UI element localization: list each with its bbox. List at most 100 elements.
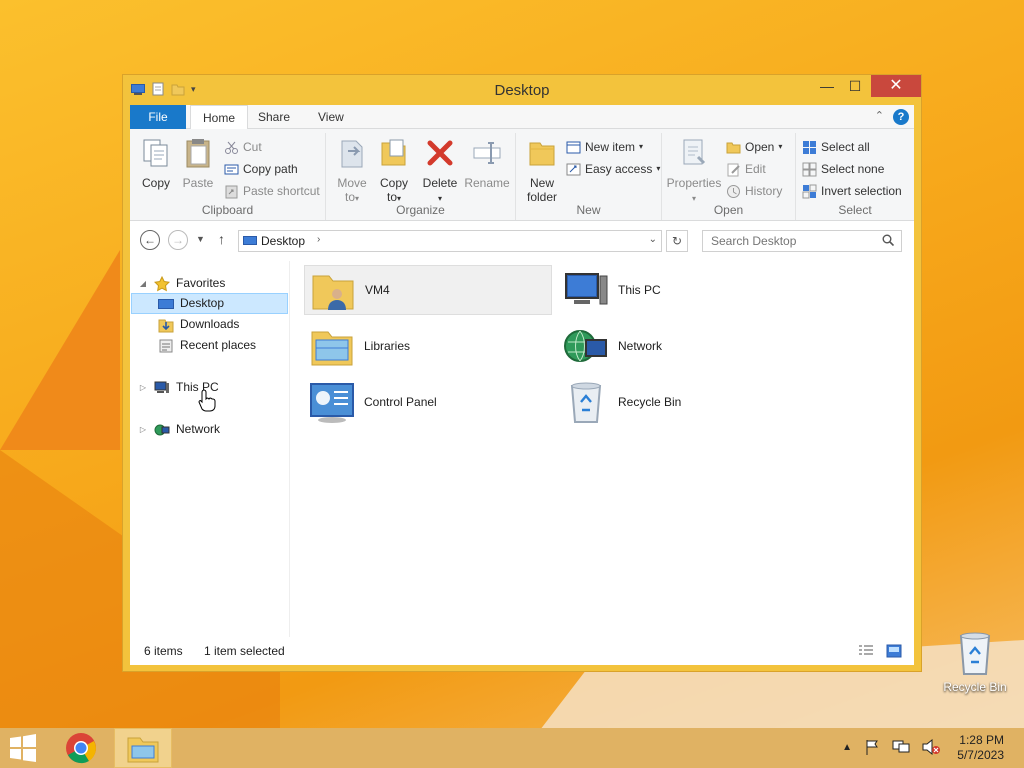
history-label: History [745,184,783,198]
paste-shortcut-button[interactable]: Paste shortcut [224,181,320,201]
ribbon-tabs: File Home Share View ⌃ ? [130,105,914,130]
recent-locations-button[interactable]: ▼ [196,234,205,244]
list-item-libraries[interactable]: Libraries [304,321,552,371]
libraries-icon [311,331,353,366]
tab-view[interactable]: View [306,105,356,129]
edit-icon [727,163,740,176]
delete-button[interactable]: Delete ▾ [418,137,462,204]
search-input[interactable] [702,230,902,252]
chevron-right-icon[interactable]: › [317,234,320,245]
network-icon [564,330,607,362]
collapse-icon[interactable]: ◢ [138,273,148,294]
open-folder-icon [726,142,741,153]
nav-item-desktop[interactable]: Desktop [131,293,288,314]
new-item-button[interactable]: New item ▾ [566,137,643,157]
volume-muted-icon[interactable] [922,739,940,755]
tab-home[interactable]: Home [190,105,249,130]
control-panel-icon [310,383,354,423]
select-all-label: Select all [821,140,870,154]
select-none-button[interactable]: Select none [802,159,884,179]
this-pc-icon [154,381,169,393]
refresh-button[interactable]: ↻ [666,230,688,252]
back-button[interactable]: ← [140,230,160,250]
clock[interactable]: 1:28 PM 5/7/2023 [957,733,1004,763]
large-icons-view-icon[interactable] [886,644,902,658]
new-group-label: New [576,203,601,217]
file-view: VM4 This PC Libraries Network Control Pa… [300,261,914,637]
action-center-flag-icon[interactable] [864,739,880,755]
search-icon[interactable] [882,234,894,246]
open-group: Properties ▾ Open ▾ Edit History Open [662,133,796,220]
copy-to-button[interactable]: Copy to▾ [372,137,416,204]
properties-button[interactable]: Properties ▾ [666,137,722,204]
copy-to-icon [381,139,406,166]
new-folder-label-2: folder [526,190,558,204]
title-bar[interactable]: ▾ Desktop — ☐ ✕ [123,75,921,105]
paste-icon [186,139,210,168]
network-status-icon[interactable] [892,739,910,755]
details-view-icon[interactable] [858,644,874,658]
star-icon [154,275,170,291]
list-item-recycle-bin[interactable]: Recycle Bin [558,377,806,427]
open-button[interactable]: Open ▾ [726,137,782,157]
cut-label: Cut [243,140,262,154]
up-button[interactable]: ↑ [218,231,225,247]
nav-item-recent-places[interactable]: Recent places [158,335,256,356]
ribbon: Copy Paste Cut Copy path Paste shortcut … [130,129,914,221]
address-bar-row: ← → ▼ ↑ Desktop › ⌄ ↻ [130,221,914,261]
windows-start-icon[interactable] [8,734,38,762]
organize-group-label: Organize [396,203,445,217]
paste-button[interactable]: Paste [176,137,220,190]
item-label: Libraries [364,339,411,353]
desktop-recycle-bin[interactable]: Recycle Bin [940,630,1010,694]
item-label: VM4 [365,283,390,297]
tab-file[interactable]: File [130,105,186,129]
list-item-network[interactable]: Network [558,321,806,371]
forward-button[interactable]: → [168,230,188,250]
list-item-control-panel[interactable]: Control Panel [304,377,552,427]
minimize-button[interactable]: — [813,75,841,97]
easy-access-button[interactable]: Easy access ▾ [566,159,660,179]
invert-selection-icon [802,184,817,198]
history-button[interactable]: History [726,181,782,201]
invert-selection-button[interactable]: Invert selection [802,181,902,201]
copy-path-button[interactable]: Copy path [224,159,298,179]
close-button[interactable]: ✕ [871,75,921,97]
chevron-down-icon: ▾ [397,194,402,203]
expand-icon[interactable]: ▷ [138,377,148,398]
easy-access-label: Easy access [585,162,653,176]
copy-icon [143,139,168,167]
delete-icon [427,140,453,166]
select-group-label: Select [838,203,872,217]
nav-item-network[interactable]: ▷ Network [138,419,220,440]
copy-button[interactable]: Copy [134,137,178,190]
select-none-icon [802,162,817,176]
item-count: 6 items [144,644,183,658]
show-hidden-icons-icon[interactable]: ▲ [842,742,852,753]
expand-icon[interactable]: ▷ [138,419,148,440]
chevron-up-icon[interactable]: ⌃ [875,109,884,122]
help-icon[interactable]: ? [893,109,909,125]
address-path[interactable]: Desktop [261,234,305,248]
chevron-down-icon: ▾ [437,194,442,203]
new-group: New folder New item ▾ Easy access ▾ New [516,133,662,220]
chevron-down-icon: ▾ [778,142,783,151]
list-item-vm4[interactable]: VM4 [304,265,552,315]
move-to-button[interactable]: Move to▾ [330,137,374,204]
new-folder-button[interactable]: New folder [520,137,564,204]
edit-button[interactable]: Edit [726,159,766,179]
cut-button[interactable]: Cut [224,137,262,157]
chevron-down-icon: ▾ [639,142,644,151]
address-box[interactable]: Desktop › ⌄ [238,230,662,252]
taskbar-explorer-button[interactable] [114,728,172,768]
rename-button[interactable]: Rename [462,137,512,190]
taskbar-chrome-button[interactable] [52,728,110,768]
tab-share[interactable]: Share [246,105,302,129]
select-all-button[interactable]: Select all [802,137,870,157]
list-item-this-pc[interactable]: This PC [558,265,806,315]
nav-item-favorites[interactable]: ◢ Favorites [138,273,225,294]
maximize-button[interactable]: ☐ [841,75,869,97]
nav-item-downloads[interactable]: Downloads [158,314,239,335]
copy-path-label: Copy path [243,162,298,176]
chevron-down-icon[interactable]: ⌄ [649,234,657,245]
